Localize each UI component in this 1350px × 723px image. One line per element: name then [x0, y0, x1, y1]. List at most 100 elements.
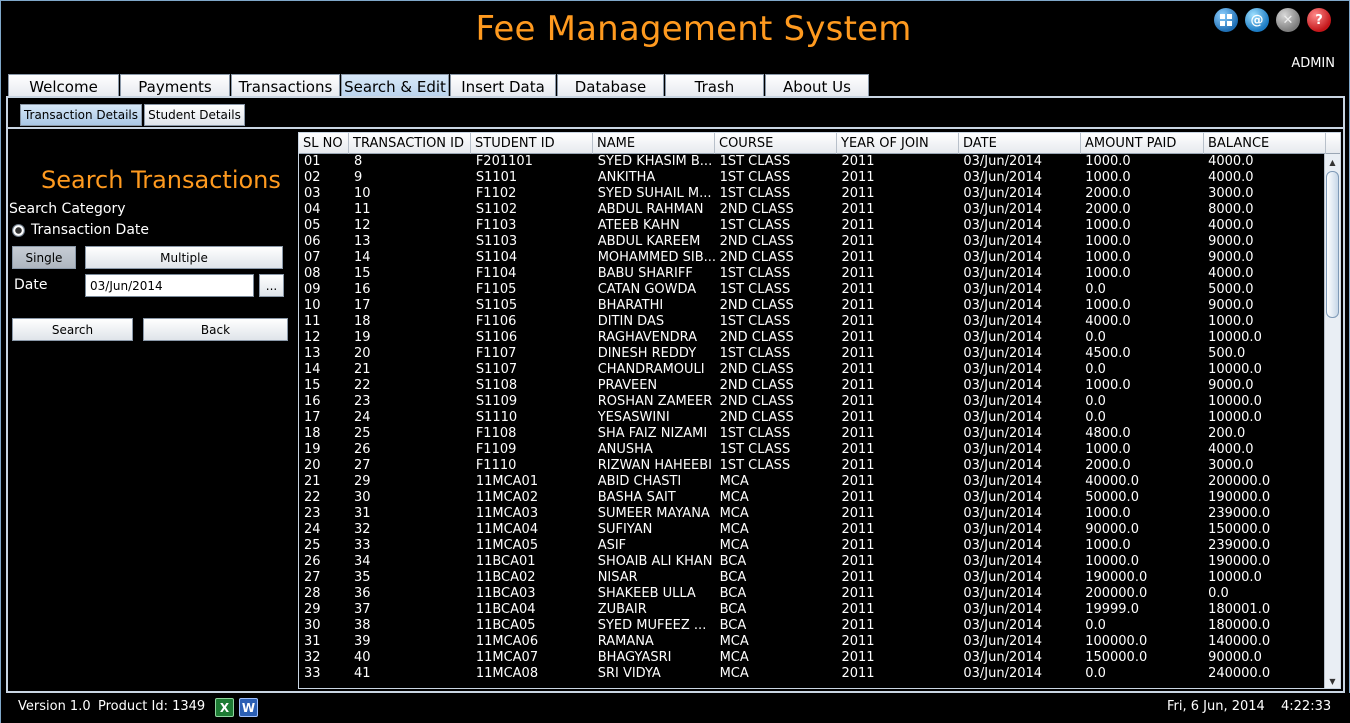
- table-row[interactable]: 19 26 F1109 ANUSHA 1ST CLASS 2011 03/Jun/2014 1…: [299, 442, 1325, 458]
- table-row[interactable]: 29 37 11BCA04 ZUBAIR BCA 2011 03/Jun/2014 19999…: [299, 602, 1325, 618]
- cell-name[interactable]: BHARATHI: [593, 298, 715, 314]
- date-field[interactable]: 03/Jun/2014: [85, 274, 254, 297]
- cell-transaction-id[interactable]: 13: [349, 234, 471, 250]
- cell-amount-paid[interactable]: 150000.0: [1080, 650, 1203, 666]
- scroll-thumb[interactable]: [1326, 171, 1339, 318]
- cell-amount-paid[interactable]: 4000.0: [1080, 314, 1203, 330]
- table-row[interactable]: 13 20 F1107 DINESH REDDY 1ST CLASS 2011 03/Jun…: [299, 346, 1325, 362]
- cell-date[interactable]: 03/Jun/2014: [958, 426, 1080, 442]
- cell-date[interactable]: 03/Jun/2014: [958, 170, 1080, 186]
- cell-year-of-join[interactable]: 2011: [836, 202, 958, 218]
- cell-year-of-join[interactable]: 2011: [836, 666, 958, 682]
- cell-course[interactable]: MCA: [715, 506, 837, 522]
- cell-name[interactable]: ABDUL KAREEM: [593, 234, 715, 250]
- cell-course[interactable]: BCA: [715, 570, 837, 586]
- cell-year-of-join[interactable]: 2011: [836, 330, 958, 346]
- cell-transaction-id[interactable]: 8: [349, 154, 471, 170]
- cell-date[interactable]: 03/Jun/2014: [958, 186, 1080, 202]
- cell-amount-paid[interactable]: 90000.0: [1080, 522, 1203, 538]
- cell-amount-paid[interactable]: 0.0: [1080, 666, 1203, 682]
- cell-name[interactable]: ATEEB KAHN: [593, 218, 715, 234]
- cell-year-of-join[interactable]: 2011: [836, 298, 958, 314]
- cell-balance[interactable]: 1000.0: [1203, 314, 1325, 330]
- cell-name[interactable]: SRI VIDYA: [593, 666, 715, 682]
- cell-date[interactable]: 03/Jun/2014: [958, 650, 1080, 666]
- table-row[interactable]: 05 12 F1103 ATEEB KAHN 1ST CLASS 2011 03/Jun/2…: [299, 218, 1325, 234]
- cell-transaction-id[interactable]: 36: [349, 586, 471, 602]
- cell-balance[interactable]: 90000.0: [1203, 650, 1325, 666]
- cell-transaction-id[interactable]: 14: [349, 250, 471, 266]
- excel-export-icon[interactable]: X: [215, 698, 234, 717]
- cell-sl-no[interactable]: 08: [299, 266, 349, 282]
- cell-transaction-id[interactable]: 35: [349, 570, 471, 586]
- cell-amount-paid[interactable]: 1000.0: [1080, 506, 1203, 522]
- cell-year-of-join[interactable]: 2011: [836, 618, 958, 634]
- cell-course[interactable]: MCA: [715, 634, 837, 650]
- column-header-sl-no[interactable]: SL NO: [299, 133, 349, 154]
- cell-year-of-join[interactable]: 2011: [836, 426, 958, 442]
- cell-name[interactable]: BASHA SAIT: [593, 490, 715, 506]
- cell-name[interactable]: ANUSHA: [593, 442, 715, 458]
- table-row[interactable]: 28 36 11BCA03 SHAKEEB ULLA BCA 2011 03/Jun/201…: [299, 586, 1325, 602]
- cell-sl-no[interactable]: 11: [299, 314, 349, 330]
- cell-student-id[interactable]: F1106: [471, 314, 593, 330]
- cell-balance[interactable]: 4000.0: [1203, 218, 1325, 234]
- cell-course[interactable]: MCA: [715, 490, 837, 506]
- cell-course[interactable]: MCA: [715, 538, 837, 554]
- cell-balance[interactable]: 140000.0: [1203, 634, 1325, 650]
- cell-amount-paid[interactable]: 10000.0: [1080, 554, 1203, 570]
- cell-sl-no[interactable]: 18: [299, 426, 349, 442]
- table-row[interactable]: 21 29 11MCA01 ABID CHASTI MCA 2011 03/Jun/2014…: [299, 474, 1325, 490]
- table-row[interactable]: 17 24 S1110 YESASWINI 2ND CLASS 2011 03/Jun/20…: [299, 410, 1325, 426]
- cell-transaction-id[interactable]: 21: [349, 362, 471, 378]
- cell-date[interactable]: 03/Jun/2014: [958, 634, 1080, 650]
- cell-sl-no[interactable]: 25: [299, 538, 349, 554]
- cell-amount-paid[interactable]: 1000.0: [1080, 218, 1203, 234]
- cell-balance[interactable]: 500.0: [1203, 346, 1325, 362]
- cell-sl-no[interactable]: 29: [299, 602, 349, 618]
- tab-welcome[interactable]: Welcome: [8, 74, 119, 98]
- cell-sl-no[interactable]: 01: [299, 154, 349, 170]
- cell-year-of-join[interactable]: 2011: [836, 442, 958, 458]
- cell-sl-no[interactable]: 20: [299, 458, 349, 474]
- cell-date[interactable]: 03/Jun/2014: [958, 554, 1080, 570]
- cell-amount-paid[interactable]: 1000.0: [1080, 170, 1203, 186]
- tab-database[interactable]: Database: [557, 74, 664, 98]
- cell-name[interactable]: NISAR: [593, 570, 715, 586]
- cell-student-id[interactable]: 11MCA03: [471, 506, 593, 522]
- cell-student-id[interactable]: 11MCA04: [471, 522, 593, 538]
- cell-name[interactable]: SYED MUFEEZ ...: [593, 618, 715, 634]
- cell-student-id[interactable]: 11MCA02: [471, 490, 593, 506]
- tab-transactions[interactable]: Transactions: [231, 74, 340, 98]
- table-row[interactable]: 11 18 F1106 DITIN DAS 1ST CLASS 2011 03/Jun/20…: [299, 314, 1325, 330]
- cell-name[interactable]: SUMEER MAYANA: [593, 506, 715, 522]
- cell-transaction-id[interactable]: 38: [349, 618, 471, 634]
- cell-sl-no[interactable]: 19: [299, 442, 349, 458]
- cell-date[interactable]: 03/Jun/2014: [958, 442, 1080, 458]
- cell-course[interactable]: 2ND CLASS: [715, 202, 837, 218]
- cell-amount-paid[interactable]: 50000.0: [1080, 490, 1203, 506]
- cell-sl-no[interactable]: 13: [299, 346, 349, 362]
- cell-date[interactable]: 03/Jun/2014: [958, 602, 1080, 618]
- cell-course[interactable]: 1ST CLASS: [715, 458, 837, 474]
- cell-student-id[interactable]: S1105: [471, 298, 593, 314]
- table-row[interactable]: 23 31 11MCA03 SUMEER MAYANA MCA 2011 03/Jun/20…: [299, 506, 1325, 522]
- column-header-student-id[interactable]: STUDENT ID: [471, 133, 593, 154]
- cell-name[interactable]: ABDUL RAHMAN: [593, 202, 715, 218]
- cell-sl-no[interactable]: 33: [299, 666, 349, 682]
- cell-course[interactable]: BCA: [715, 618, 837, 634]
- cell-transaction-id[interactable]: 25: [349, 426, 471, 442]
- tab-payments[interactable]: Payments: [120, 74, 230, 98]
- cell-year-of-join[interactable]: 2011: [836, 538, 958, 554]
- cell-course[interactable]: 2ND CLASS: [715, 234, 837, 250]
- cell-transaction-id[interactable]: 18: [349, 314, 471, 330]
- cell-name[interactable]: SHAKEEB ULLA: [593, 586, 715, 602]
- cell-sl-no[interactable]: 28: [299, 586, 349, 602]
- table-row[interactable]: 26 34 11BCA01 SHOAIB ALI KHAN BCA 2011 03/Jun/…: [299, 554, 1325, 570]
- cell-amount-paid[interactable]: 0.0: [1080, 618, 1203, 634]
- cell-balance[interactable]: 10000.0: [1203, 410, 1325, 426]
- cell-amount-paid[interactable]: 4800.0: [1080, 426, 1203, 442]
- cell-year-of-join[interactable]: 2011: [836, 378, 958, 394]
- tab-insert-data[interactable]: Insert Data: [450, 74, 556, 98]
- cell-transaction-id[interactable]: 27: [349, 458, 471, 474]
